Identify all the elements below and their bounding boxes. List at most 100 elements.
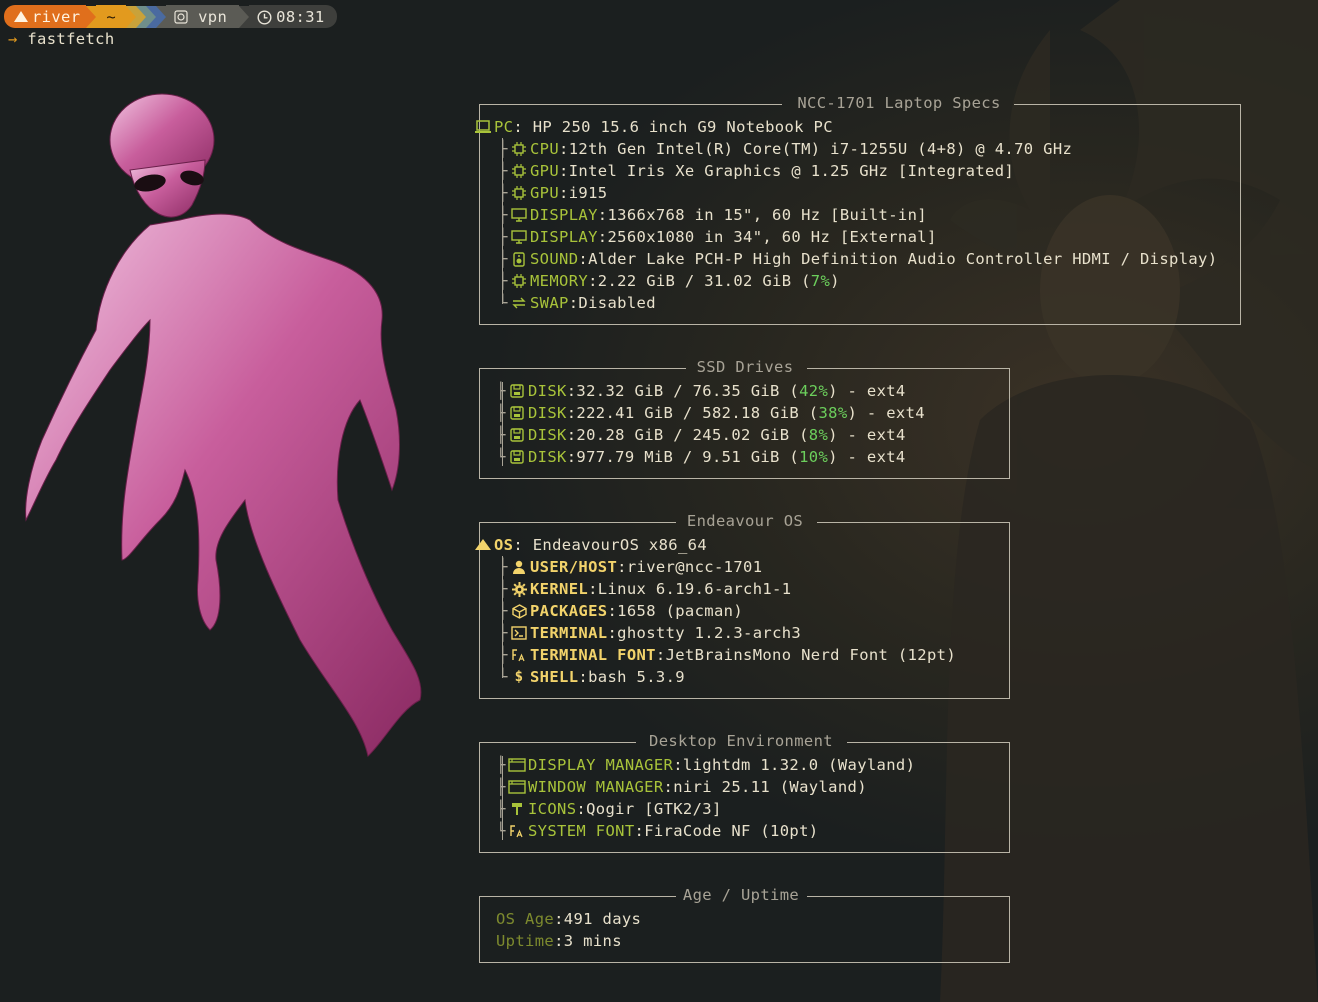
prompt-separator-icon — [146, 5, 157, 28]
spec-row: ├ SOUND: Alder Lake PCH-P High Definition… — [474, 248, 1217, 270]
gear-icon — [510, 578, 528, 600]
ssd-box-title: SSD Drives — [696, 358, 794, 376]
tree-branch-icon: ├ — [498, 602, 508, 620]
disk-row: ├ DISK: 20.28 GiB / 245.02 GiB (8%) - ext… — [494, 424, 925, 446]
disk-row: ├ DISK: 32.32 GiB / 76.35 GiB (42%) - ext… — [494, 380, 925, 402]
tree-branch-icon: ├ — [496, 426, 506, 444]
disk-fs: ) - ext4 — [828, 426, 906, 444]
prompt-time-segment: 08:31 — [249, 5, 337, 28]
de-key: WINDOW MANAGER — [528, 778, 664, 796]
os-key: OS — [494, 536, 514, 554]
age-row: Uptime : 3 mins — [496, 930, 641, 952]
disk-percent: 8% — [808, 426, 829, 444]
prompt-arrow-icon: → — [8, 30, 18, 48]
disk-icon — [508, 402, 526, 424]
endeavour-logo-icon — [474, 534, 492, 556]
tree-branch-icon: ├ — [498, 206, 508, 224]
spec-value: HP 250 15.6 inch G9 Notebook PC — [532, 118, 833, 136]
prompt-user-segment: river — [4, 5, 87, 28]
font-icon — [510, 644, 528, 666]
package-icon — [510, 600, 528, 622]
tree-branch-icon: ├ — [496, 800, 506, 818]
dollar-icon: $ — [514, 669, 524, 685]
spec-row: └ SWAP: Disabled — [474, 292, 1217, 314]
de-box-title: Desktop Environment — [649, 732, 833, 750]
tree-end-icon: └ — [498, 668, 508, 686]
spec-key: CPU — [530, 140, 560, 158]
os-key: TERMINAL — [530, 624, 608, 642]
os-value: EndeavourOS x86_64 — [532, 536, 708, 554]
disk-icon — [508, 424, 526, 446]
endeavour-logo-icon — [14, 8, 28, 26]
de-row: ├ ICONS: Qogir [GTK2/3] — [494, 798, 915, 820]
age-row: OS Age : 491 days — [496, 908, 641, 930]
os-value: Linux 6.19.6-arch1-1 — [597, 580, 792, 598]
os-box: Endeavour OS OS: EndeavourOS x86_64 ├ USE… — [475, 512, 1010, 699]
spec-key: GPU — [530, 162, 560, 180]
spec-row: ├ GPU: i915 — [474, 182, 1217, 204]
user-icon — [510, 556, 528, 578]
spec-value-end: ) — [830, 272, 840, 290]
os-box-title: Endeavour OS — [686, 512, 804, 530]
disk-usage: 222.41 GiB / 582.18 GiB ( — [576, 404, 819, 422]
os-key: TERMINAL FONT — [530, 646, 656, 664]
disk-usage: 20.28 GiB / 245.02 GiB ( — [576, 426, 809, 444]
disk-key: DISK — [528, 426, 567, 444]
tree-branch-icon: ├ — [496, 404, 506, 422]
spec-value: Disabled — [578, 294, 656, 312]
de-row: ├ WINDOW MANAGER: niri 25.11 (Wayland) — [494, 776, 915, 798]
spec-value: 2560x1080 in 34", 60 Hz [External] — [607, 228, 937, 246]
os-key: PACKAGES — [530, 602, 608, 620]
disk-fs: ) - ext4 — [828, 448, 906, 466]
os-key: SHELL — [530, 668, 579, 686]
spec-row: ├ MEMORY: 2.22 GiB / 31.02 GiB (7%) — [474, 270, 1217, 292]
de-row: └ SYSTEM FONT: FiraCode NF (10pt) — [494, 820, 915, 842]
spec-row: ├ DISPLAY: 1366x768 in 15", 60 Hz [Built-… — [474, 204, 1217, 226]
spec-key: SOUND — [530, 250, 579, 268]
os-value: JetBrainsMono Nerd Font (12pt) — [665, 646, 957, 664]
specs-box: NCC-1701 Laptop Specs PC: HP 250 15.6 in… — [475, 94, 1241, 325]
clock-icon — [257, 8, 272, 26]
spec-value: 12th Gen Intel(R) Core(TM) i7-1255U (4+8… — [568, 140, 1073, 158]
spec-key: GPU — [530, 184, 560, 202]
tree-end-icon: └ — [496, 822, 506, 840]
de-value: niri 25.11 (Wayland) — [673, 778, 867, 796]
tree-branch-icon: ├ — [496, 778, 506, 796]
age-value: 3 mins — [563, 932, 622, 950]
spec-row-pc: PC: HP 250 15.6 inch G9 Notebook PC — [474, 116, 1217, 138]
disk-percent: 10% — [799, 448, 829, 466]
spec-key: SWAP — [530, 294, 569, 312]
spec-key: DISPLAY — [530, 228, 598, 246]
os-row: ├ TERMINAL FONT: JetBrainsMono Nerd Font … — [474, 644, 956, 666]
os-key: KERNEL — [530, 580, 589, 598]
spec-value: Alder Lake PCH-P High Definition Audio C… — [588, 250, 1218, 268]
os-row: ├ USER/HOST: river@ncc-1701 — [474, 556, 956, 578]
spec-row: ├ GPU: Intel Iris Xe Graphics @ 1.25 GHz … — [474, 160, 1217, 182]
os-value: ghostty 1.2.3-arch3 — [617, 624, 802, 642]
prompt-vpn: vpn — [198, 7, 228, 26]
disk-key: DISK — [528, 382, 567, 400]
prompt-time: 08:31 — [276, 7, 325, 26]
tree-branch-icon: ├ — [496, 756, 506, 774]
ssd-box: SSD Drives ├ DISK: 32.32 GiB / 76.35 GiB … — [479, 358, 1010, 479]
tree-branch-icon: ├ — [498, 228, 508, 246]
disk-icon — [508, 446, 526, 468]
disk-row: ├ DISK: 222.41 GiB / 582.18 GiB (38%) - e… — [494, 402, 925, 424]
prompt-separator-icon — [136, 5, 147, 28]
de-key: ICONS — [528, 800, 577, 818]
disk-key: DISK — [528, 404, 567, 422]
command-text: fastfetch — [27, 30, 115, 48]
spec-key: DISPLAY — [530, 206, 598, 224]
de-value: lightdm 1.32.0 (Wayland) — [682, 756, 916, 774]
de-key: DISPLAY MANAGER — [528, 756, 674, 774]
prompt-dir-segment: ~ — [96, 5, 127, 28]
chip-icon — [510, 182, 528, 204]
os-row-main: OS: EndeavourOS x86_64 — [474, 534, 956, 556]
prompt-separator-icon — [239, 5, 250, 28]
tree-branch-icon: ├ — [498, 558, 508, 576]
age-sep: : — [554, 910, 564, 928]
age-value: 491 days — [563, 910, 642, 928]
disk-row: └ DISK: 977.79 MiB / 9.51 GiB (10%) - ext… — [494, 446, 925, 468]
chip-icon — [510, 270, 528, 292]
spec-row: ├ DISPLAY: 2560x1080 in 34", 60 Hz [Exter… — [474, 226, 1217, 248]
